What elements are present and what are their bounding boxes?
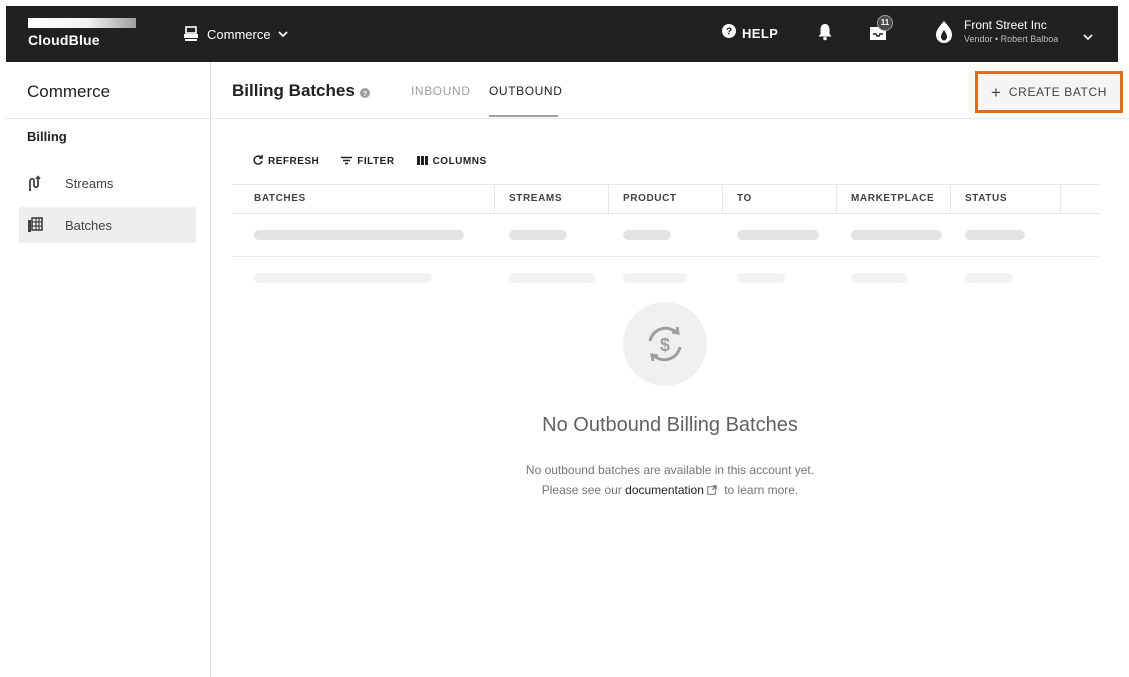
- skeleton-bar: [965, 230, 1025, 240]
- svg-text:?: ?: [726, 27, 732, 38]
- chevron-down-icon: [277, 28, 289, 40]
- empty-state-message: No outbound batches are available in thi…: [0, 460, 1129, 501]
- module-label: Commerce: [207, 26, 271, 42]
- page-title: Billing Batches: [232, 81, 355, 100]
- sidebar-item-label: Batches: [65, 217, 112, 233]
- empty-state-suffix: to learn more.: [724, 483, 799, 497]
- top-bar: CloudBlue Commerce ? HELP 11 Front Stree…: [6, 6, 1118, 62]
- sidebar-item-streams[interactable]: Streams: [19, 165, 196, 201]
- create-batch-button[interactable]: + CREATE BATCH: [975, 71, 1123, 113]
- module-switcher[interactable]: Commerce: [183, 22, 289, 46]
- skeleton-bar: [851, 230, 942, 240]
- filter-icon: [341, 156, 357, 168]
- documentation-link[interactable]: documentation: [625, 483, 704, 497]
- sidebar-item-batches[interactable]: Batches: [19, 207, 196, 243]
- column-header-marketplace[interactable]: MARKETPLACE: [829, 185, 934, 213]
- columns-icon: [416, 155, 433, 168]
- svg-text:?: ?: [363, 91, 367, 98]
- column-header-to[interactable]: TO: [715, 185, 752, 213]
- empty-state-title: No Outbound Billing Batches: [542, 414, 798, 436]
- filter-button[interactable]: FILTER: [341, 156, 394, 168]
- billing-sync-icon: $: [623, 302, 707, 386]
- empty-state-prefix: Please see our: [541, 483, 622, 497]
- loading-row: [232, 257, 1100, 300]
- skeleton-bar: [851, 273, 907, 283]
- skeleton-bar: [509, 230, 567, 240]
- page-header: Billing Batches ? INBOUND OUTBOUND + CRE…: [211, 62, 1129, 119]
- tab-inbound[interactable]: INBOUND: [411, 84, 471, 98]
- brand-name: CloudBlue: [28, 32, 100, 48]
- streams-icon: [27, 175, 49, 191]
- column-header-batches[interactable]: BATCHES: [232, 185, 306, 213]
- create-batch-label: CREATE BATCH: [1008, 85, 1108, 99]
- active-tab-indicator: [489, 115, 558, 117]
- sidebar-section-billing: Billing: [27, 129, 67, 144]
- svg-text:$: $: [660, 335, 670, 355]
- skeleton-bar: [254, 230, 464, 240]
- skeleton-bar: [254, 273, 432, 283]
- filter-label: FILTER: [357, 156, 395, 167]
- skeleton-bar: [965, 273, 1013, 283]
- skeleton-bar: [509, 273, 595, 283]
- sidebar-divider: [6, 118, 210, 119]
- column-divider: [1060, 185, 1061, 213]
- column-header-status[interactable]: STATUS: [943, 185, 1007, 213]
- batches-icon: [27, 217, 49, 233]
- inbox-button[interactable]: 11: [868, 15, 893, 47]
- refresh-label: REFRESH: [268, 156, 320, 167]
- tab-outbound[interactable]: OUTBOUND: [489, 84, 562, 98]
- notifications-badge: 11: [877, 15, 893, 31]
- column-header-streams[interactable]: STREAMS: [487, 185, 562, 213]
- table-toolbar: REFRESH FILTER COLUMNS: [253, 155, 509, 168]
- plus-icon: +: [990, 82, 1001, 102]
- help-button[interactable]: ? HELP: [722, 24, 778, 43]
- skeleton-bar: [737, 273, 785, 283]
- refresh-button[interactable]: REFRESH: [253, 155, 319, 168]
- logo-strip: [28, 18, 136, 28]
- table-header: BATCHES STREAMS PRODUCT TO MARKETPLACE S…: [232, 184, 1100, 214]
- sidebar-title: Commerce: [27, 82, 111, 101]
- bell-icon[interactable]: [818, 23, 832, 46]
- empty-state-line: Please see our documentation to learn mo…: [211, 480, 1129, 501]
- refresh-icon: [253, 155, 268, 168]
- external-link-icon[interactable]: [707, 481, 717, 501]
- chevron-down-icon[interactable]: [1083, 28, 1093, 46]
- sidebar: Commerce Billing Streams Batches: [6, 62, 211, 677]
- columns-button[interactable]: COLUMNS: [416, 155, 487, 168]
- sidebar-item-label: Streams: [65, 175, 114, 191]
- column-header-product[interactable]: PRODUCT: [601, 185, 677, 213]
- skeleton-bar: [623, 230, 671, 240]
- help-icon[interactable]: ?: [360, 85, 370, 103]
- inbox-icon: [868, 27, 888, 46]
- organization-logo-icon[interactable]: [933, 20, 955, 49]
- empty-state-line: No outbound batches are available in thi…: [525, 463, 815, 477]
- register-icon: [183, 26, 199, 42]
- help-label: HELP: [742, 26, 779, 41]
- skeleton-bar: [623, 273, 687, 283]
- columns-label: COLUMNS: [432, 156, 487, 167]
- loading-row: [232, 214, 1100, 257]
- cloudblue-logo[interactable]: CloudBlue: [28, 18, 140, 48]
- help-icon: ?: [722, 24, 736, 43]
- skeleton-bar: [737, 230, 819, 240]
